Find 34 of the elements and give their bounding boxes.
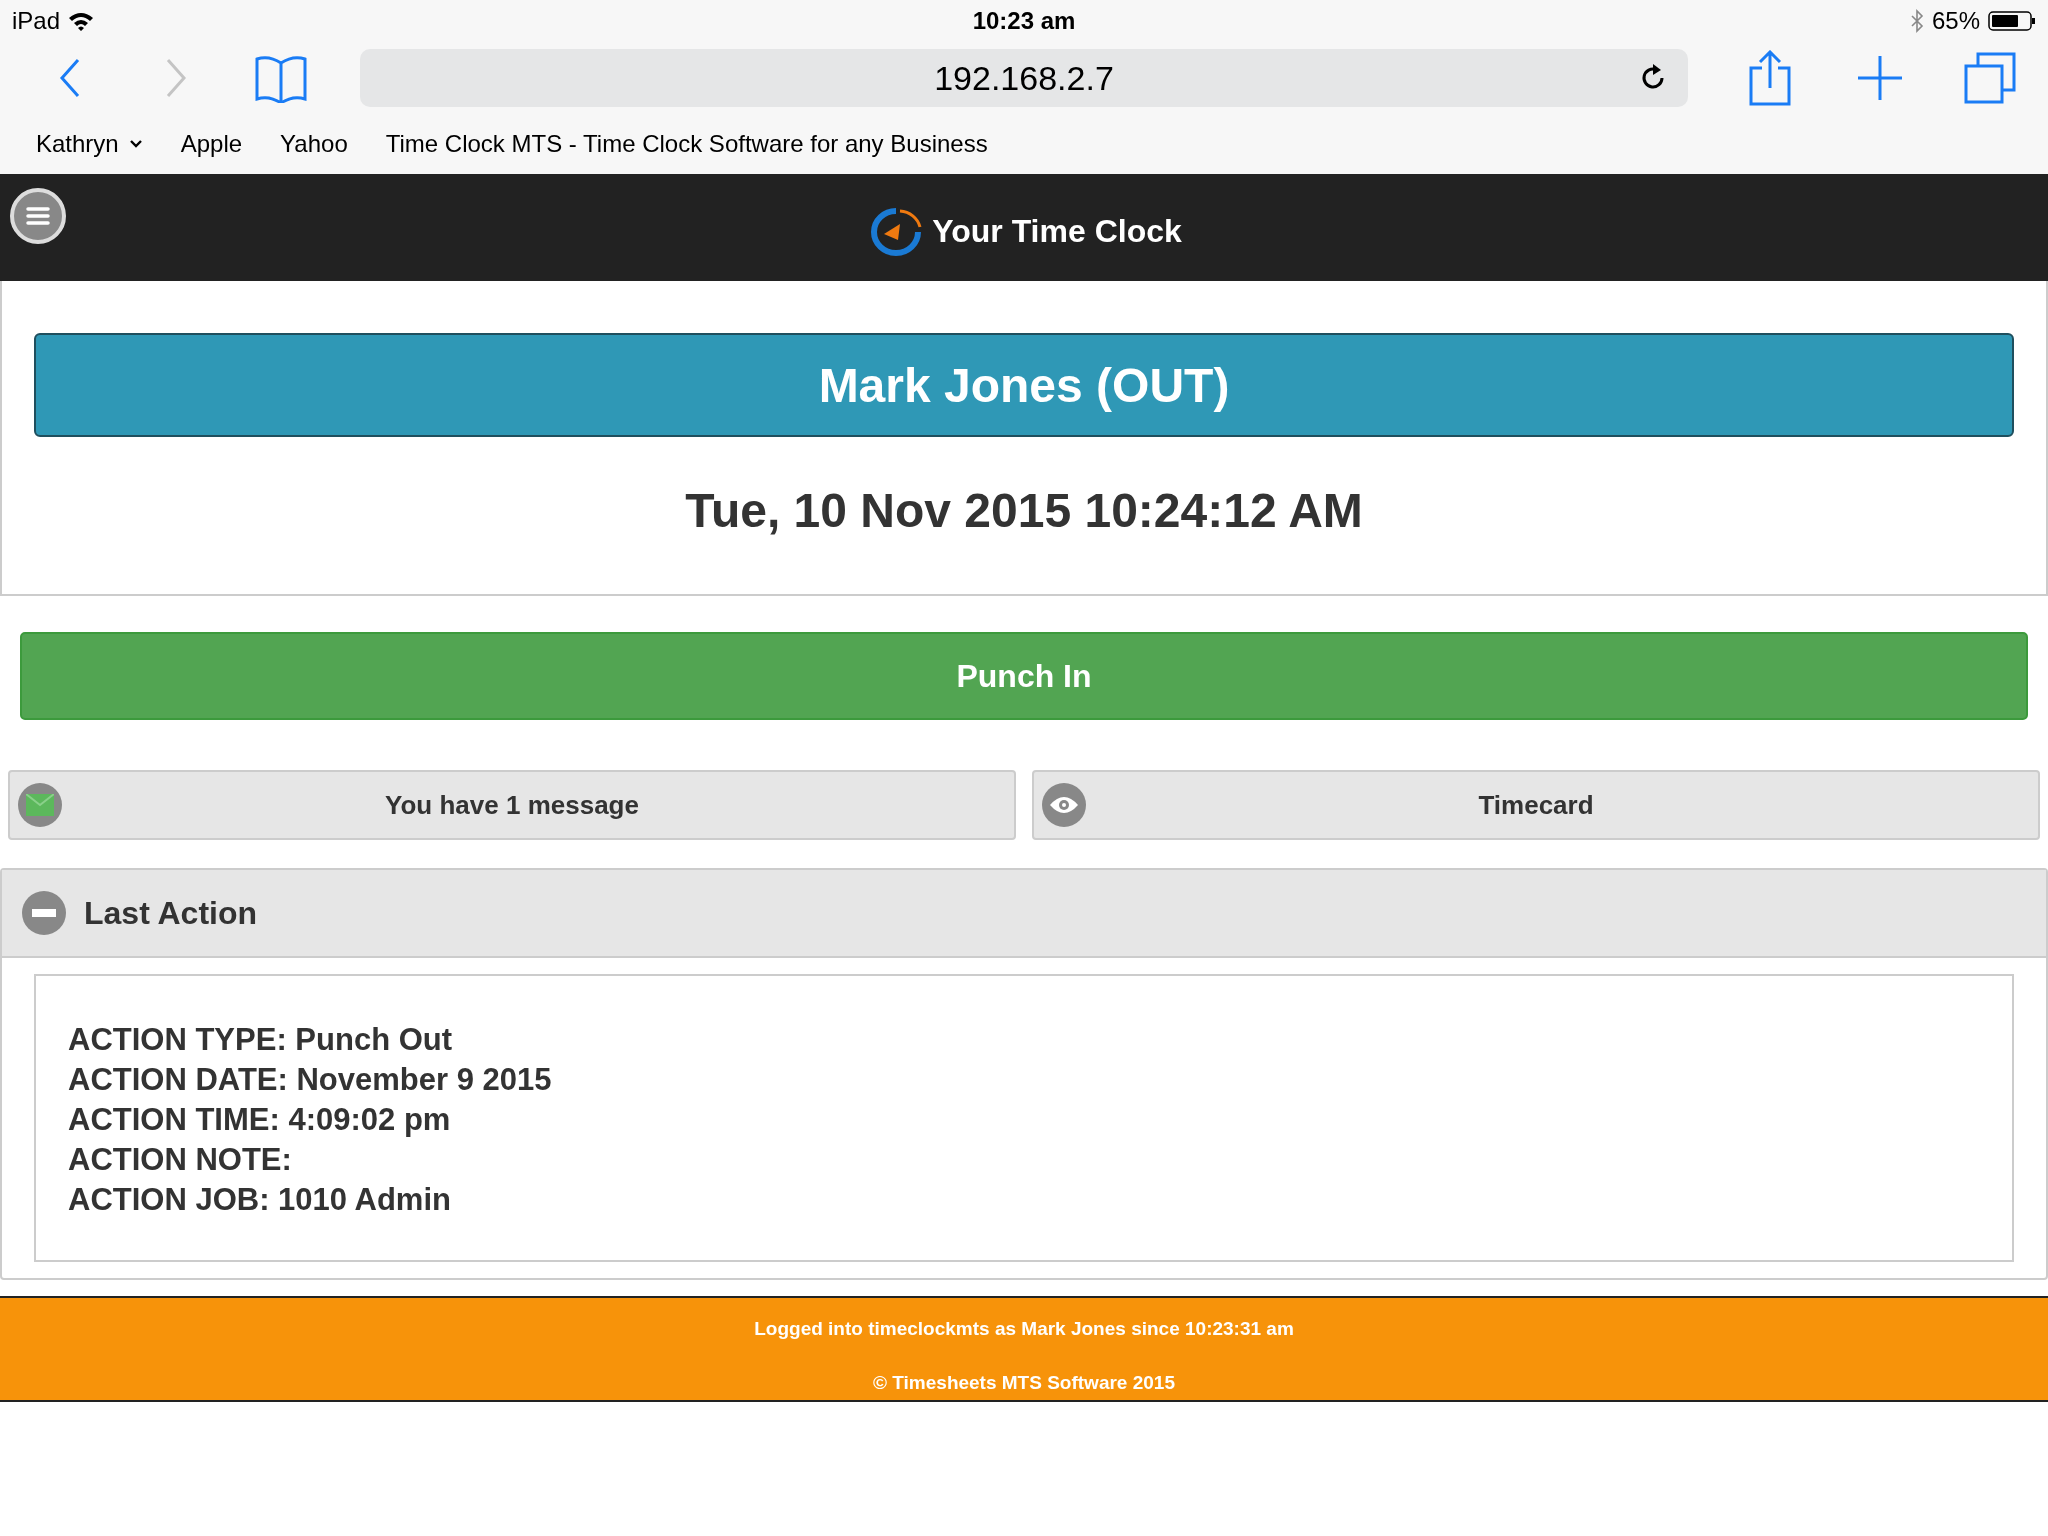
- book-icon[interactable]: [254, 53, 308, 103]
- bookmark-folder[interactable]: Kathryn: [36, 130, 143, 158]
- eye-icon: [1042, 783, 1086, 827]
- bookmark-link[interactable]: Apple: [180, 130, 243, 158]
- status-time: 10:23 am: [972, 7, 1076, 35]
- footer-text: Logged into timeclockmts as Mark Jones since 10:23:31 am: [754, 1318, 1294, 1340]
- tabs-icon[interactable]: [1964, 52, 2016, 104]
- footer-text: © Timesheets MTS Software 2015: [873, 1372, 1175, 1394]
- menu-button[interactable]: [10, 188, 66, 244]
- action-detail: ACTION NOTE:: [68, 1141, 293, 1179]
- battery-icon: [1988, 10, 2036, 32]
- share-icon[interactable]: [1748, 50, 1792, 106]
- last-action-header[interactable]: Last Action: [2, 870, 2046, 958]
- employee-banner: Mark Jones (OUT): [34, 333, 2014, 437]
- address-bar[interactable]: 192.168.2.7: [360, 49, 1688, 107]
- chevron-down-icon: [128, 139, 143, 149]
- current-datetime: Tue, 10 Nov 2015 10:24:12 AM: [684, 483, 1364, 538]
- back-icon[interactable]: [58, 58, 82, 98]
- device-name: iPad: [12, 7, 61, 35]
- messages-button[interactable]: You have 1 message: [8, 770, 1016, 840]
- timecard-button[interactable]: Timecard: [1032, 770, 2040, 840]
- section-title: Last Action: [84, 894, 258, 932]
- envelope-icon: [18, 783, 62, 827]
- new-tab-icon[interactable]: [1858, 56, 1902, 100]
- app-title: Your Time Clock: [932, 213, 1182, 250]
- action-detail: ACTION JOB: 1010 Admin: [68, 1181, 452, 1219]
- action-detail: ACTION TYPE: Punch Out: [68, 1021, 454, 1059]
- action-detail: ACTION DATE: November 9 2015: [68, 1061, 553, 1099]
- bookmark-link[interactable]: Time Clock MTS - Time Clock Software for any Business: [385, 130, 988, 158]
- wifi-icon: [68, 11, 95, 31]
- action-detail: ACTION TIME: 4:09:02 pm: [68, 1101, 452, 1139]
- bluetooth-icon: [1909, 9, 1924, 33]
- battery-percent: 65%: [1931, 7, 1980, 35]
- bookmark-link[interactable]: Yahoo: [280, 130, 348, 158]
